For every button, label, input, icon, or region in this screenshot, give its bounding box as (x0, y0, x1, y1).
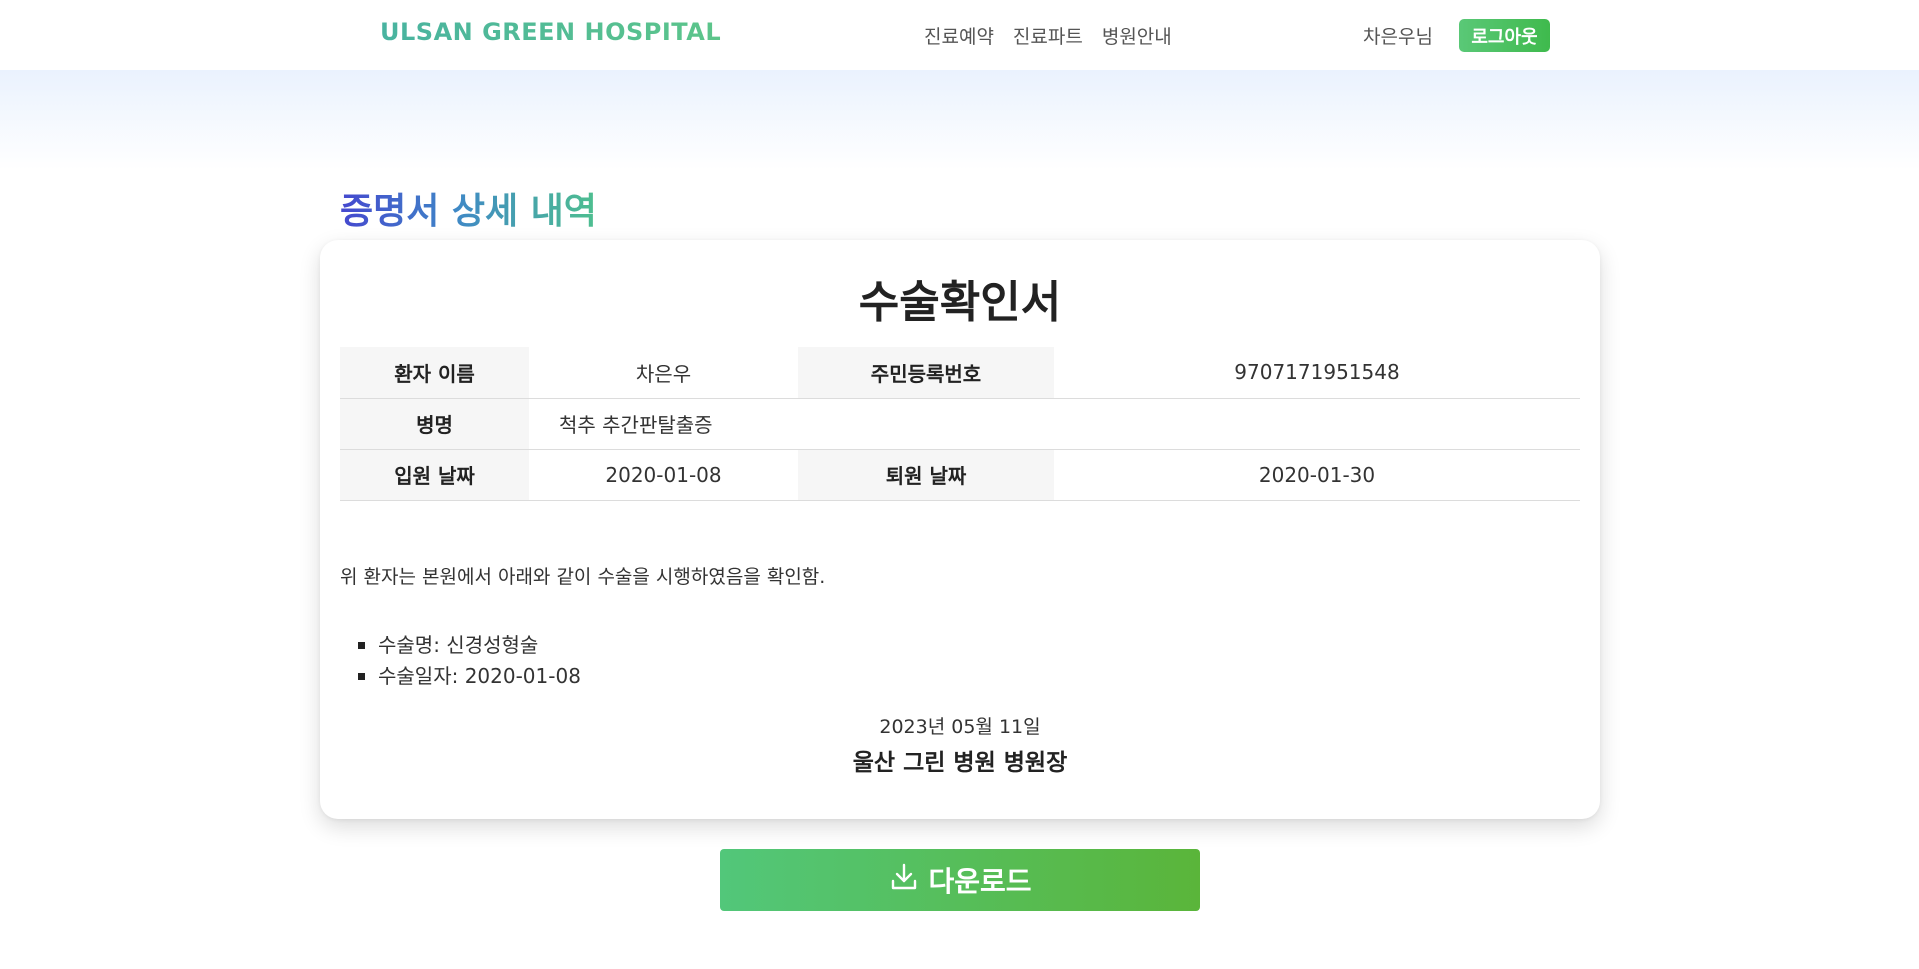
bullet-icon (358, 642, 365, 649)
list-item: 수술일자: 2020-01-08 (358, 661, 581, 692)
bullet-icon (358, 673, 365, 680)
page-title: 증명서 상세 내역 (340, 182, 597, 234)
nav-link-hospital-info[interactable]: 병원안내 (1102, 22, 1172, 49)
issuer-signature: 울산 그린 병원 병원장 (852, 750, 1068, 776)
table-row: 환자 이름 차은우 주민등록번호 9707171951548 (340, 347, 1580, 399)
download-button[interactable]: 다운로드 (720, 849, 1200, 911)
disease-label: 병명 (340, 398, 529, 450)
surgery-date: 수술일자: 2020-01-08 (378, 664, 581, 688)
table-row: 병명 척추 추간판탈출증 (340, 398, 1580, 450)
confirmation-statement: 위 환자는 본원에서 아래와 같이 수술을 시행하였음을 확인함. (340, 566, 826, 588)
download-label: 다운로드 (928, 866, 1032, 897)
admission-date-value: 2020-01-08 (529, 449, 798, 501)
patient-info-table: 환자 이름 차은우 주민등록번호 9707171951548 병명 척추 추간판… (340, 347, 1580, 501)
discharge-date-value: 2020-01-30 (1054, 449, 1580, 501)
admission-date-label: 입원 날짜 (340, 449, 529, 501)
patient-name-label: 환자 이름 (340, 347, 529, 399)
table-row: 입원 날짜 2020-01-08 퇴원 날짜 2020-01-30 (340, 449, 1580, 501)
logout-button[interactable]: 로그아웃 (1459, 19, 1550, 52)
certificate-title: 수술확인서 (858, 277, 1062, 328)
patient-name-value: 차은우 (529, 347, 798, 399)
surgery-name: 수술명: 신경성형술 (378, 633, 539, 657)
top-nav: ULSAN GREEN HOSPITAL 진료예약 진료파트 병원안내 차은우님… (0, 0, 1919, 70)
rrn-value: 9707171951548 (1054, 347, 1580, 399)
surgery-details-list: 수술명: 신경성형술 수술일자: 2020-01-08 (358, 630, 581, 692)
rrn-label: 주민등록번호 (798, 347, 1054, 399)
certificate-card: 수술확인서 환자 이름 차은우 주민등록번호 9707171951548 병명 … (320, 240, 1600, 819)
disease-value: 척추 추간판탈출증 (529, 398, 1580, 450)
brand-logo[interactable]: ULSAN GREEN HOSPITAL (380, 18, 721, 46)
hero-band (0, 70, 1919, 170)
main-menu: 진료예약 진료파트 병원안내 (924, 22, 1172, 49)
discharge-date-label: 퇴원 날짜 (798, 449, 1054, 501)
user-name: 차은우님 (1363, 26, 1433, 48)
nav-link-departments[interactable]: 진료파트 (1013, 22, 1083, 49)
list-item: 수술명: 신경성형술 (358, 630, 581, 661)
download-icon (888, 861, 920, 900)
nav-link-reservation[interactable]: 진료예약 (924, 22, 994, 49)
issue-date: 2023년 05월 11일 (879, 716, 1041, 738)
